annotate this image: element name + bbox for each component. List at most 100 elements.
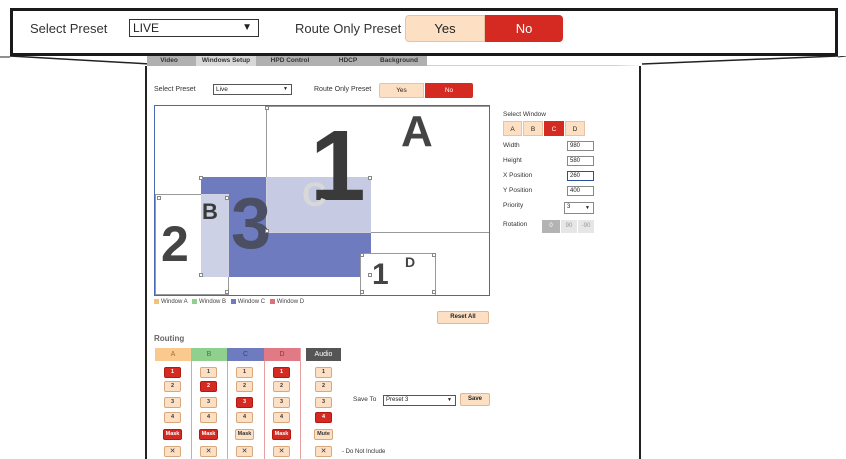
chevron-down-icon: ▼ [242, 22, 252, 33]
y-position-label: Y Position [503, 187, 533, 194]
x-position-input[interactable]: 260 [567, 171, 594, 181]
legend-swatch-c [230, 299, 236, 304]
save-to-value: Preset 3 [386, 397, 409, 403]
priority-select[interactable]: 3 ▼ [564, 202, 594, 214]
tab-background[interactable]: Background [372, 56, 426, 66]
resize-handle[interactable] [265, 106, 269, 110]
route-b-input-4[interactable]: 4 [200, 412, 217, 423]
save-button[interactable]: Save [460, 393, 490, 406]
resize-handle[interactable] [199, 273, 203, 277]
chevron-down-icon: ▼ [447, 397, 452, 403]
audio-input-2[interactable]: 2 [315, 381, 332, 392]
routing-col-d-header: D [264, 348, 300, 361]
route-b-input-2[interactable]: 2 [200, 381, 217, 392]
route-only-no-button[interactable]: No [425, 83, 473, 98]
resize-handle[interactable] [368, 176, 372, 180]
route-a-input-2[interactable]: 2 [164, 381, 181, 392]
select-window-title: Select Window [503, 111, 546, 118]
tab-hpd-control[interactable]: HPD Control [262, 56, 318, 66]
window-layout-canvas[interactable]: 1 A C 3 B 2 1 D [154, 105, 490, 296]
route-b-input-3[interactable]: 3 [200, 397, 217, 408]
height-label: Height [503, 157, 522, 164]
route-a-mask-button[interactable]: Mask [163, 429, 182, 440]
priority-label: Priority [503, 202, 524, 209]
audio-exclude-button[interactable]: ✕ [315, 446, 332, 457]
preset-label: Select Preset [154, 86, 196, 93]
save-to-label: Save To [353, 396, 377, 403]
audio-input-4[interactable]: 4 [315, 412, 332, 423]
window-d-letter: D [405, 254, 416, 270]
resize-handle[interactable] [432, 253, 436, 257]
rotation-label: Rotation [503, 221, 528, 228]
rotation-neg90-button[interactable]: -90 [578, 220, 594, 233]
route-d-input-1[interactable]: 1 [273, 367, 290, 378]
route-b-mask-button[interactable]: Mask [199, 429, 218, 440]
select-window-a-button[interactable]: A [503, 121, 522, 136]
resize-handle[interactable] [368, 273, 372, 277]
width-input[interactable]: 980 [567, 141, 594, 151]
window-c-letter: C [302, 176, 327, 214]
resize-handle[interactable] [225, 196, 229, 200]
route-only-yes-button[interactable]: Yes [379, 83, 424, 98]
route-a-input-4[interactable]: 4 [164, 412, 181, 423]
width-label: Width [503, 142, 520, 149]
route-d-input-2[interactable]: 2 [273, 381, 290, 392]
routing-col-b-header: B [191, 348, 227, 361]
save-to-select[interactable]: Preset 3 ▼ [383, 395, 456, 406]
height-input[interactable]: 580 [567, 156, 594, 166]
resize-handle[interactable] [432, 290, 436, 294]
route-c-input-4[interactable]: 4 [236, 412, 253, 423]
column-divider [300, 348, 301, 459]
window-b-number: 2 [161, 216, 189, 272]
route-d-input-3[interactable]: 3 [273, 397, 290, 408]
zoom-preset-value: LIVE [133, 21, 160, 35]
tab-windows-setup[interactable]: Windows Setup [196, 56, 256, 66]
route-c-mask-button[interactable]: Mask [235, 429, 254, 440]
select-window-d-button[interactable]: D [565, 121, 585, 136]
select-window-c-button[interactable]: C [544, 121, 564, 136]
audio-mute-button[interactable]: Mute [314, 429, 333, 440]
route-d-mask-button[interactable]: Mask [272, 429, 291, 440]
priority-value: 3 [567, 204, 571, 210]
x-position-label: X Position [503, 172, 533, 179]
preset-select[interactable]: Live ▼ [213, 84, 292, 95]
route-d-exclude-button[interactable]: ✕ [273, 446, 290, 457]
zoom-no-button[interactable]: No [485, 15, 563, 42]
legend-window-c: Window C [237, 299, 266, 306]
route-d-input-4[interactable]: 4 [273, 412, 290, 423]
legend-window-b: Window B [199, 299, 227, 306]
zoom-preset-select[interactable]: LIVE ▼ [129, 19, 259, 37]
window-b-letter: B [202, 199, 218, 224]
resize-handle[interactable] [265, 229, 269, 233]
route-a-input-3[interactable]: 3 [164, 397, 181, 408]
resize-handle[interactable] [360, 290, 364, 294]
route-c-input-1[interactable]: 1 [236, 367, 253, 378]
route-b-exclude-button[interactable]: ✕ [200, 446, 217, 457]
y-position-input[interactable]: 400 [567, 186, 594, 196]
route-c-input-2[interactable]: 2 [236, 381, 253, 392]
select-window-b-button[interactable]: B [523, 121, 543, 136]
route-b-input-1[interactable]: 1 [200, 367, 217, 378]
window-legend: Window A Window B Window C Window D [154, 299, 304, 305]
resize-handle[interactable] [360, 253, 364, 257]
resize-handle[interactable] [199, 176, 203, 180]
tab-hdcp[interactable]: HDCP [330, 56, 366, 66]
route-c-input-3[interactable]: 3 [236, 397, 253, 408]
rotation-0-button[interactable]: 0 [542, 220, 560, 233]
route-a-exclude-button[interactable]: ✕ [164, 446, 181, 457]
resize-handle[interactable] [225, 290, 229, 294]
routing-col-a-header: A [155, 348, 191, 361]
reset-all-button[interactable]: Reset All [437, 311, 489, 324]
resize-handle[interactable] [157, 196, 161, 200]
audio-input-3[interactable]: 3 [315, 397, 332, 408]
route-only-label: Route Only Preset [314, 86, 372, 93]
tab-video[interactable]: Video [150, 56, 188, 66]
route-a-input-1[interactable]: 1 [164, 367, 181, 378]
rotation-90-button[interactable]: 90 [561, 220, 577, 233]
legend-swatch-d [269, 299, 275, 304]
zoom-yes-button[interactable]: Yes [405, 15, 485, 42]
window-a-letter: A [401, 107, 433, 156]
column-divider [227, 361, 228, 459]
audio-input-1[interactable]: 1 [315, 367, 332, 378]
route-c-exclude-button[interactable]: ✕ [236, 446, 253, 457]
